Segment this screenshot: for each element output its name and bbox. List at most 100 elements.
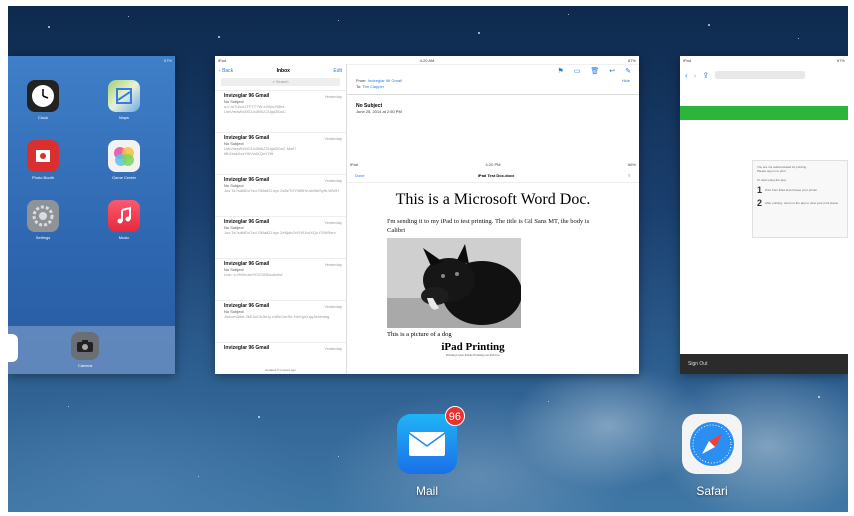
app-clock[interactable]: Clock — [12, 80, 74, 120]
safari-app-icon-button[interactable]: Safari — [667, 414, 757, 498]
edit-button[interactable]: Edit — [333, 68, 342, 74]
message-date: Yesterday — [324, 178, 342, 183]
app-label: Maps — [119, 115, 129, 120]
photo-booth-icon — [27, 140, 59, 172]
share-icon[interactable]: ⇪ — [628, 173, 631, 178]
compose-icon[interactable]: ✎ — [625, 67, 631, 75]
app-label: Camera — [77, 363, 93, 368]
auth-title: To start using the app: — [757, 178, 787, 182]
app-music[interactable]: Music — [93, 200, 155, 240]
status-battery: 67% — [836, 57, 845, 63]
message-preview: s://-m?UvoUTFYT7W-e2Wa-R6bz UmVmaWx5IG1l… — [224, 104, 286, 114]
partial-app-icon[interactable] — [8, 334, 18, 362]
folder-icon[interactable]: ▭ — [574, 67, 581, 75]
message-preview: Jsncen3dsf-2kE4uC6JbUy mEkCdeSe-HeVgnXqq… — [224, 314, 330, 319]
app-label: Safari — [696, 484, 728, 498]
step-text: After printing, return to the app to vie… — [765, 201, 839, 205]
app-label: Settings — [35, 235, 51, 240]
app-label: Clock — [37, 115, 48, 120]
message-row[interactable]: Invizeglar 96 Gmail Yesterday No Subject… — [215, 258, 346, 300]
status-battery: 66% — [627, 161, 636, 167]
to-line: To: Tim Clapper — [347, 84, 639, 90]
share-icon[interactable]: ⇪ — [702, 71, 709, 80]
sign-out-button[interactable]: Sign Out — [688, 361, 707, 367]
step-number: 1 — [757, 185, 763, 195]
mail-app-card[interactable]: iPad 4:20 AM 67% ‹ Back Inbox Edit ⌕ Sea… — [215, 56, 639, 374]
doc-caption: This is a picture of a dog — [387, 331, 452, 338]
app-camera[interactable]: Camera — [54, 332, 116, 368]
music-note-icon — [108, 200, 140, 232]
message-preview: Jus Ta?sdkfDo7sd-SMaitZLhys 2eNjsb2xlYWJ… — [224, 230, 336, 235]
message-subject-heading: No Subject — [356, 103, 383, 109]
reply-icon[interactable]: ↩ — [609, 67, 615, 75]
clock-icon — [27, 80, 59, 112]
document-title: iPad Test Doc.docx — [477, 172, 515, 178]
back-chevron-icon[interactable]: ‹ — [685, 71, 688, 80]
camera-icon — [71, 332, 99, 360]
message-date: Yesterday — [324, 262, 342, 267]
attachment-preview[interactable]: iPad 4:20 PM 66% Done iPad Test Doc.docx… — [347, 160, 639, 374]
auth-step-1: 1 Print from iPad and choose your printe… — [757, 185, 843, 195]
mailbox-list-pane: ‹ Back Inbox Edit ⌕ Search Invizeglar 96… — [215, 64, 347, 374]
gear-icon — [27, 200, 59, 232]
doc-small-text: Printing Listen Padded Printing test Pad… — [446, 353, 500, 357]
doc-subheading: iPad Printing — [441, 341, 505, 353]
app-label: Photo Booth — [31, 175, 55, 180]
message-preview: UmVmaWx5IG1lc3NhZ2Ugd2l0aC Mail?Mb2xsb2x… — [224, 146, 297, 156]
message-row[interactable]: Invizeglar 96 Gmail Yesterday No Subject… — [215, 174, 346, 216]
message-row[interactable]: Invizeglar 96 Gmail Yesterday No Subject… — [215, 216, 346, 258]
done-button[interactable]: Done — [355, 173, 365, 178]
message-date: Yesterday — [324, 304, 342, 309]
safari-compass-icon — [682, 414, 742, 474]
message-preview: Jus Ta?sdkfDo7sd-SMaitZLhys 2s8eTGYMBHz-… — [224, 188, 339, 193]
page-banner — [680, 106, 848, 120]
search-input[interactable]: ⌕ Search — [221, 78, 340, 86]
message-row[interactable]: Invizeglar 96 Gmail Yesterday — [215, 342, 346, 359]
message-row[interactable]: Invizeglar 96 Gmail Yesterday No Subject… — [215, 300, 346, 342]
back-button[interactable]: ‹ Back — [219, 68, 233, 74]
safari-app-card[interactable]: iPad 67% ‹ › ⇪ You are not authenticated… — [680, 56, 848, 374]
message-date: Yesterday — [324, 94, 342, 99]
auth-step-2: 2 After printing, return to the app to v… — [757, 198, 843, 208]
home-screen-card[interactable]: 67% Clock Maps Photo Booth Game Center S… — [8, 56, 175, 374]
game-center-icon — [108, 140, 140, 172]
message-toolbar: ⚑ ▭ 🗑 ↩ ✎ — [347, 64, 639, 78]
hide-button[interactable]: Hide — [622, 78, 630, 84]
message-date: Yesterday — [324, 136, 342, 141]
from-label: From: — [356, 78, 367, 83]
sign-out-bar[interactable]: Sign Out — [680, 354, 848, 374]
maps-icon — [108, 80, 140, 112]
mailbox-header: ‹ Back Inbox Edit — [215, 64, 346, 78]
status-battery: 67% — [627, 57, 636, 63]
app-label: Music — [118, 235, 130, 240]
app-photo-booth[interactable]: Photo Booth — [12, 140, 74, 180]
message-date: Yesterday — [324, 220, 342, 225]
flag-icon[interactable]: ⚑ — [557, 67, 563, 75]
message-detail-pane: ⚑ ▭ 🗑 ↩ ✎ From: Invizeglar 96 Gmail Hide… — [347, 64, 639, 374]
status-carrier: iPad — [350, 161, 359, 167]
safari-toolbar: ‹ › ⇪ — [680, 64, 848, 86]
to-label: To: — [356, 84, 362, 89]
app-maps[interactable]: Maps — [93, 80, 155, 120]
message-row[interactable]: Invizeglar 96 Gmail Yesterday No Subject… — [215, 132, 346, 174]
to-recipient[interactable]: Tim Clapper — [362, 84, 384, 89]
from-sender[interactable]: Invizeglar 96 Gmail — [368, 78, 402, 83]
message-row[interactable]: Invizeglar 96 Gmail Yesterday No Subject… — [215, 90, 346, 132]
mailbox-updated-text: Updated 5 minutes ago — [264, 368, 297, 372]
home-status-bar: 67% — [8, 56, 175, 64]
app-settings[interactable]: Settings — [12, 200, 74, 240]
forward-chevron-icon[interactable]: › — [694, 71, 697, 80]
step-text: Print from iPad and choose your printer — [765, 188, 818, 192]
message-preview: Link: s://hWxJwYlOG3l3Ncotxdvt — [224, 272, 283, 277]
mail-app-icon-button[interactable]: 96 Mail — [382, 406, 472, 498]
status-time: 4:20 PM — [485, 161, 501, 167]
attachment-toolbar: Done iPad Test Doc.docx ⇪ — [347, 168, 639, 183]
app-game-center[interactable]: Game Center — [93, 140, 155, 180]
unread-badge: 96 — [444, 406, 465, 426]
address-bar[interactable] — [715, 71, 806, 79]
doc-paragraph: I'm sending it to my iPad to test printi… — [387, 218, 590, 234]
dog-photo — [387, 238, 521, 328]
trash-icon[interactable]: 🗑 — [590, 67, 599, 75]
status-carrier: iPad — [218, 57, 227, 63]
app-label: Game Center — [111, 175, 136, 180]
